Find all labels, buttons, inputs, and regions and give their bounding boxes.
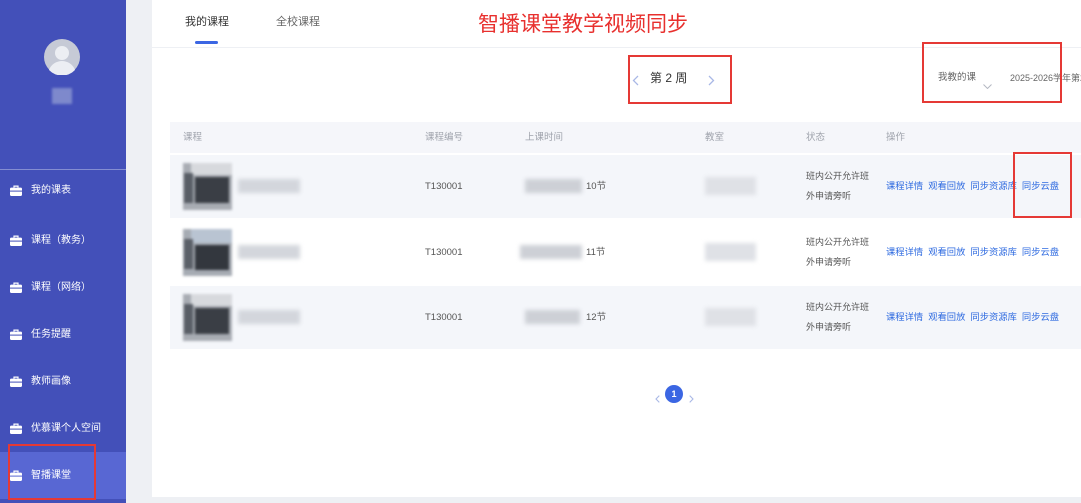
status-line: 班内公开允许班: [806, 171, 870, 181]
pager-current-page[interactable]: 1: [665, 385, 683, 403]
course-status: 班内公开允许班 外申请旁听: [806, 297, 869, 337]
course-name-redacted[interactable]: [238, 310, 300, 324]
tab-divider: [152, 47, 1081, 48]
column-header-class-time: 上课时间: [525, 132, 564, 143]
pager-prev-chevron-left-icon[interactable]: [655, 390, 660, 408]
course-name-redacted[interactable]: [238, 245, 300, 259]
sidebar-item-label: 课程（教务）: [31, 234, 91, 246]
classroom-redacted: [705, 177, 756, 195]
table-row: T130001 10节 班内公开允许班 外申请旁听 课程详情 观看回放 同步资源…: [170, 155, 1081, 218]
sidebar-item-courses-academic[interactable]: 课程（教务）: [0, 217, 126, 264]
sync-cloud-drive-link[interactable]: 同步云盘: [1022, 180, 1059, 193]
sidebar-item-label: 课程（网络）: [31, 281, 91, 293]
class-time-redacted: [525, 310, 580, 324]
sync-cloud-drive-link[interactable]: 同步云盘: [1022, 246, 1059, 259]
course-thumbnail[interactable]: [183, 163, 232, 210]
table-row: T130001 11节 班内公开允许班 外申请旁听 课程详情 观看回放 同步资源…: [170, 221, 1081, 284]
watch-replay-link[interactable]: 观看回放: [928, 246, 965, 259]
column-header-course: 课程: [183, 132, 203, 143]
course-details-link[interactable]: 课程详情: [886, 311, 923, 324]
class-session: 12节: [586, 312, 607, 323]
sidebar-item-label: 优慕课个人空间: [31, 422, 101, 434]
sidebar-item-task-reminders[interactable]: 任务提醒: [0, 311, 126, 358]
column-header-course-code: 课程编号: [425, 132, 464, 143]
class-session: 11节: [586, 247, 606, 258]
briefcase-icon: [10, 470, 22, 481]
sidebar-item-courses-online[interactable]: 课程（网络）: [0, 264, 126, 311]
chevron-right-icon[interactable]: [708, 73, 715, 91]
course-details-link[interactable]: 课程详情: [886, 180, 923, 193]
briefcase-icon: [10, 376, 22, 387]
briefcase-icon: [10, 185, 22, 196]
course-code: T130001: [425, 312, 463, 323]
status-line: 班内公开允许班: [806, 237, 870, 247]
class-time-redacted: [520, 245, 582, 259]
sidebar-item-my-timetable[interactable]: 我的课表: [0, 167, 126, 214]
annotation-title: 智播课堂教学视频同步: [478, 13, 688, 36]
course-thumbnail[interactable]: [183, 294, 232, 341]
sync-resource-library-link[interactable]: 同步资源库: [970, 311, 1017, 324]
sync-cloud-drive-link[interactable]: 同步云盘: [1022, 311, 1059, 324]
row-actions: 课程详情 观看回放 同步资源库 同步云盘: [886, 180, 1059, 193]
status-line: 外申请旁听: [806, 257, 852, 267]
watch-replay-link[interactable]: 观看回放: [928, 311, 965, 324]
user-name-redacted: [52, 88, 72, 104]
status-line: 班内公开允许班: [806, 302, 870, 312]
tab-my-courses[interactable]: 我的课程: [185, 15, 229, 29]
class-session: 10节: [586, 181, 607, 192]
sidebar-item-label: 任务提醒: [31, 328, 71, 340]
classroom-redacted: [705, 308, 756, 326]
course-code: T130001: [425, 181, 463, 192]
course-thumbnail[interactable]: [183, 229, 232, 276]
sidebar-item-smart-classroom[interactable]: 智播课堂: [0, 452, 126, 499]
sync-resource-library-link[interactable]: 同步资源库: [970, 246, 1017, 259]
term-select[interactable]: 2025-2026学年第2: [1010, 72, 1081, 84]
course-code: T130001: [425, 247, 463, 258]
course-status: 班内公开允许班 外申请旁听: [806, 232, 869, 272]
active-tab-indicator: [195, 41, 218, 44]
week-label: 第 2 周: [650, 71, 688, 85]
main-panel: 我的课程 全校课程 智播课堂教学视频同步 第 2 周 我教的课 2025-202…: [152, 0, 1081, 497]
status-line: 外申请旁听: [806, 191, 852, 201]
classroom-redacted: [705, 243, 756, 261]
table-row: T130001 12节 班内公开允许班 外申请旁听 课程详情 观看回放 同步资源…: [170, 286, 1081, 349]
sidebar-item-teacher-profile[interactable]: 教师画像: [0, 358, 126, 405]
sidebar-item-personal-space[interactable]: 优慕课个人空间: [0, 405, 126, 452]
pager-next-chevron-right-icon[interactable]: [689, 390, 694, 408]
column-header-status: 状态: [806, 132, 826, 143]
course-details-link[interactable]: 课程详情: [886, 246, 923, 259]
table-header: 课程 课程编号 上课时间 教室 状态 操作: [170, 122, 1081, 153]
watch-replay-link[interactable]: 观看回放: [928, 180, 965, 193]
sidebar-item-label: 教师画像: [31, 375, 71, 387]
briefcase-icon: [10, 423, 22, 434]
chevron-left-icon[interactable]: [632, 73, 639, 91]
course-scope-select[interactable]: 我教的课: [938, 72, 976, 84]
sidebar-item-label: 我的课表: [31, 184, 71, 196]
row-actions: 课程详情 观看回放 同步资源库 同步云盘: [886, 246, 1059, 259]
user-avatar-icon[interactable]: [44, 39, 80, 76]
briefcase-icon: [10, 235, 22, 246]
column-header-actions: 操作: [886, 132, 906, 143]
briefcase-icon: [10, 329, 22, 340]
briefcase-icon: [10, 282, 22, 293]
chevron-down-icon[interactable]: [983, 76, 992, 94]
column-header-classroom: 教室: [705, 132, 725, 143]
row-actions: 课程详情 观看回放 同步资源库 同步云盘: [886, 311, 1059, 324]
course-name-redacted[interactable]: [238, 179, 300, 193]
sync-resource-library-link[interactable]: 同步资源库: [970, 180, 1017, 193]
sidebar: 我的课表 课程（教务） 课程（网络） 任务提醒 教师画像 优慕课个人空间 智播课…: [0, 0, 126, 503]
class-time-redacted: [525, 179, 582, 193]
sidebar-item-label: 智播课堂: [31, 469, 71, 481]
tab-all-school-courses[interactable]: 全校课程: [276, 15, 320, 29]
course-status: 班内公开允许班 外申请旁听: [806, 166, 869, 206]
status-line: 外申请旁听: [806, 322, 852, 332]
